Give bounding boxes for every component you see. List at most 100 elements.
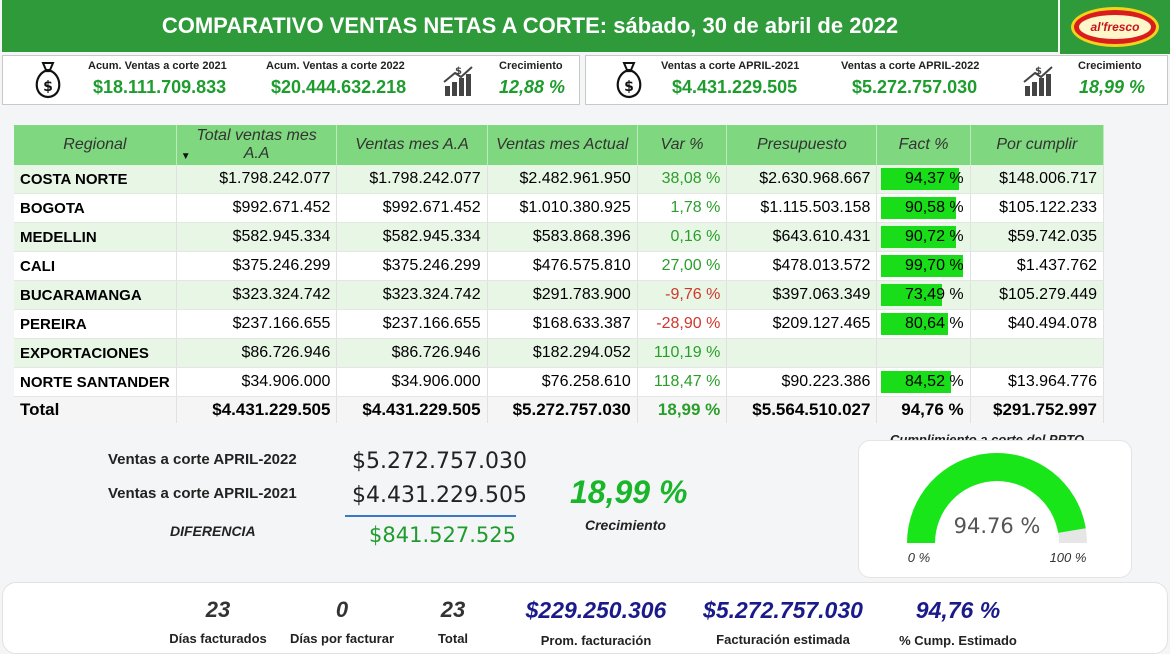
column-header-ventas-actual[interactable]: Ventas mes Actual <box>487 125 638 165</box>
cell-ventas-actual: $1.010.380.925 <box>487 193 638 223</box>
svg-text:$: $ <box>1035 66 1042 77</box>
fact-value: 99,70 % <box>904 257 964 274</box>
table-row[interactable]: PEREIRA $237.166.655 $237.166.655 $168.633.… <box>14 309 1105 339</box>
cell-total-ventas-aa: $34.906.000 <box>176 367 338 397</box>
sort-descending-icon[interactable]: ▼ <box>181 151 191 162</box>
cell-regional: EXPORTACIONES <box>14 338 177 368</box>
svg-text:$: $ <box>624 79 634 95</box>
cell-regional: MEDELLIN <box>14 222 177 252</box>
fact-value: 73,49 % <box>904 286 964 303</box>
regional-sales-table-container: Regional Total ventas mes A.A ▼ Ventas m… <box>14 125 1105 423</box>
cell-fact: 84,52 % <box>876 367 971 397</box>
comparison-value-2022: $5.272.757.030 <box>352 449 527 474</box>
cell-fact: 90,72 % <box>876 222 971 252</box>
cell-presupuesto: $1.115.503.158 <box>726 193 878 223</box>
comparison-value-2021: $4.431.229.505 <box>352 483 527 508</box>
cell-ventas-aa: $86.726.946 <box>336 338 488 368</box>
column-header-total-ventas-aa[interactable]: Total ventas mes A.A ▼ <box>176 125 338 165</box>
cell-ventas-actual: $291.783.900 <box>487 280 638 310</box>
growth-big-label: Crecimiento <box>585 517 666 533</box>
table-row[interactable]: EXPORTACIONES $86.726.946 $86.726.946 $182.… <box>14 338 1105 368</box>
column-header-label: Total ventas mes A.A <box>196 127 317 162</box>
cell-ventas-actual: $182.294.052 <box>487 338 638 368</box>
svg-text:$: $ <box>455 66 462 77</box>
cell-por-cumplir: $40.494.078 <box>970 309 1105 339</box>
money-bag-icon: $ <box>35 62 61 99</box>
facturacion-estimada-label: Facturación estimada <box>716 632 850 647</box>
cell-ventas-aa: $34.906.000 <box>336 367 488 397</box>
column-header-var[interactable]: Var % <box>637 125 728 165</box>
cell-total-ventas-aa: $86.726.946 <box>176 338 338 368</box>
cell-fact: 99,70 % <box>876 251 971 281</box>
cell-ventas-aa: $375.246.299 <box>336 251 488 281</box>
cell-total-ventas-aa: $1.798.242.077 <box>176 165 338 194</box>
regional-sales-table: Regional Total ventas mes A.A ▼ Ventas m… <box>14 125 1105 423</box>
total-cell-regional: Total <box>14 396 177 423</box>
cell-presupuesto: $209.127.465 <box>726 309 878 339</box>
table-row[interactable]: MEDELLIN $582.945.334 $582.945.334 $583.868… <box>14 222 1105 252</box>
fact-value: 90,58 % <box>904 199 964 216</box>
dias-por-facturar-value: 0 <box>335 597 349 622</box>
cell-total-ventas-aa: $992.671.452 <box>176 193 338 223</box>
cell-regional: CALI <box>14 251 177 281</box>
cell-presupuesto: $2.630.968.667 <box>726 165 878 194</box>
column-header-presupuesto[interactable]: Presupuesto <box>726 125 878 165</box>
table-row[interactable]: BUCARAMANGA $323.324.742 $323.324.742 $291.… <box>14 280 1105 310</box>
cell-regional: NORTE SANTANDER <box>14 367 177 397</box>
total-cell-presupuesto: $5.564.510.027 <box>726 396 878 423</box>
growth-chart-icon: $ <box>443 66 473 96</box>
table-row[interactable]: BOGOTA $992.671.452 $992.671.452 $1.010.380… <box>14 193 1105 223</box>
cell-ventas-actual: $76.258.610 <box>487 367 638 397</box>
cell-ventas-actual: $168.633.387 <box>487 309 638 339</box>
gauge-value-text: 94.76 % <box>954 514 1041 538</box>
kpi-strip-month: $ Ventas a corte APRIL-2021 $4.431.229.5… <box>585 55 1168 105</box>
cell-var: -9,76 % <box>637 280 728 310</box>
total-dias-label: Total <box>437 631 469 646</box>
total-cell-total-ventas-aa: $4.431.229.505 <box>176 396 338 423</box>
fact-value: 84,52 % <box>904 373 964 390</box>
billing-summary-card: 23 Días facturados 0 Días por facturar 2… <box>2 582 1168 654</box>
cell-ventas-aa: $323.324.742 <box>336 280 488 310</box>
column-header-regional[interactable]: Regional <box>14 125 177 165</box>
month-2021-value: $4.431.229.505 <box>672 77 798 97</box>
cell-total-ventas-aa: $582.945.334 <box>176 222 338 252</box>
gauge-max-label: 100 % <box>1050 550 1087 565</box>
table-row[interactable]: COSTA NORTE $1.798.242.077 $1.798.242.077 $… <box>14 165 1105 194</box>
total-cell-por-cumplir: $291.752.997 <box>970 396 1105 423</box>
dias-facturados-value: 23 <box>205 597 231 622</box>
table-row[interactable]: CALI $375.246.299 $375.246.299 $476.575.810… <box>14 251 1105 281</box>
acum-2021-label: Acum. Ventas a corte 2021 <box>88 60 227 72</box>
cell-regional: PEREIRA <box>14 309 177 339</box>
cell-total-ventas-aa: $375.246.299 <box>176 251 338 281</box>
cell-ventas-aa: $992.671.452 <box>336 193 488 223</box>
cell-por-cumplir: $105.122.233 <box>970 193 1105 223</box>
cell-ventas-aa: $582.945.334 <box>336 222 488 252</box>
money-bag-icon: $ <box>616 62 642 99</box>
facturacion-estimada-value: $5.272.757.030 <box>703 597 863 623</box>
cell-por-cumplir <box>970 338 1105 368</box>
fact-value: 80,64 % <box>904 315 964 332</box>
column-header-fact[interactable]: Fact % <box>876 125 971 165</box>
growth-label-month: Crecimiento <box>1078 60 1142 72</box>
cell-por-cumplir: $148.006.717 <box>970 165 1105 194</box>
cump-estimado-label: % Cump. Estimado <box>899 633 1017 648</box>
dias-facturados-label: Días facturados <box>169 631 267 646</box>
table-total-row: Total $4.431.229.505 $4.431.229.505 $5.272.… <box>14 396 1105 423</box>
cell-por-cumplir: $59.742.035 <box>970 222 1105 252</box>
acum-2022-value: $20.444.632.218 <box>271 77 407 97</box>
column-header-ventas-aa[interactable]: Ventas mes A.A <box>336 125 488 165</box>
cell-ventas-actual: $2.482.961.950 <box>487 165 638 194</box>
growth-value-month: 18,99 % <box>1079 77 1146 97</box>
cell-total-ventas-aa: $237.166.655 <box>176 309 338 339</box>
report-title-bar: COMPARATIVO VENTAS NETAS A CORTE: sábado… <box>2 0 1058 52</box>
difference-divider <box>345 515 516 517</box>
cell-presupuesto <box>726 338 878 368</box>
table-row[interactable]: NORTE SANTANDER $34.906.000 $34.906.000 $76… <box>14 367 1105 397</box>
total-cell-ventas-aa: $4.431.229.505 <box>336 396 488 423</box>
dias-por-facturar-label: Días por facturar <box>289 631 395 646</box>
cell-presupuesto: $643.610.431 <box>726 222 878 252</box>
growth-chart-icon: $ <box>1023 66 1053 96</box>
column-header-por-cumplir[interactable]: Por cumplir <box>970 125 1105 165</box>
difference-value: $841.527.525 <box>369 523 516 547</box>
comparison-label-2022: Ventas a corte APRIL-2022 <box>108 451 297 468</box>
